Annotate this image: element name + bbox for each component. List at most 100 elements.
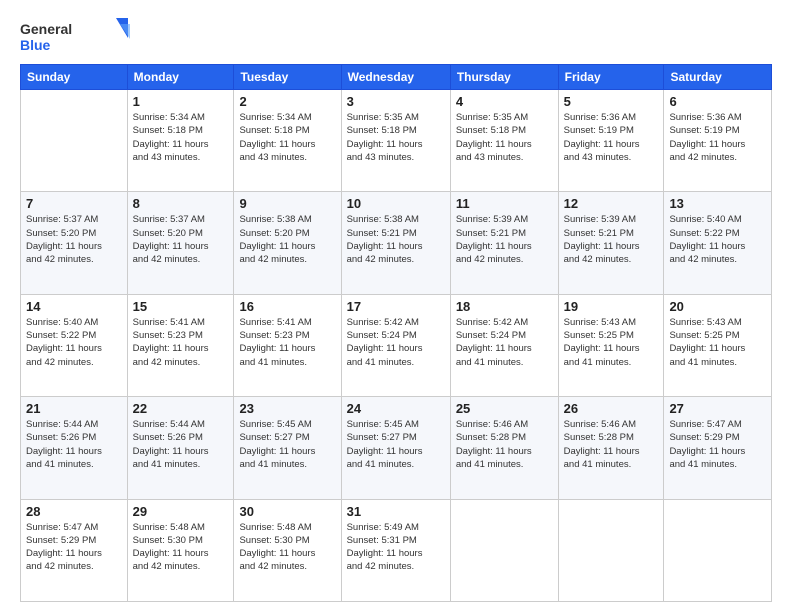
- day-info: Sunrise: 5:42 AM Sunset: 5:24 PM Dayligh…: [347, 316, 445, 369]
- day-number: 27: [669, 401, 766, 416]
- day-info: Sunrise: 5:44 AM Sunset: 5:26 PM Dayligh…: [133, 418, 229, 471]
- calendar-cell: 14 Sunrise: 5:40 AM Sunset: 5:22 PM Dayli…: [21, 294, 128, 396]
- day-number: 21: [26, 401, 122, 416]
- day-number: 11: [456, 196, 553, 211]
- day-info: Sunrise: 5:49 AM Sunset: 5:31 PM Dayligh…: [347, 521, 445, 574]
- day-number: 22: [133, 401, 229, 416]
- calendar-cell: 13Sunrise: 5:40 AM Sunset: 5:22 PM Dayli…: [664, 192, 772, 294]
- day-number: 28: [26, 504, 122, 519]
- calendar-cell: 22 Sunrise: 5:44 AM Sunset: 5:26 PM Dayli…: [127, 397, 234, 499]
- day-number: 17: [347, 299, 445, 314]
- day-number: 25: [456, 401, 553, 416]
- day-number: 18: [456, 299, 553, 314]
- calendar-cell: 20Sunrise: 5:43 AM Sunset: 5:25 PM Dayli…: [664, 294, 772, 396]
- svg-text:Blue: Blue: [20, 37, 51, 53]
- day-number: 7: [26, 196, 122, 211]
- calendar-week-2: 7 Sunrise: 5:37 AM Sunset: 5:20 PM Daylig…: [21, 192, 772, 294]
- day-info: Sunrise: 5:36 AM Sunset: 5:19 PM Dayligh…: [564, 111, 659, 164]
- day-info: Sunrise: 5:36 AM Sunset: 5:19 PM Dayligh…: [669, 111, 766, 164]
- calendar-cell: 8 Sunrise: 5:37 AM Sunset: 5:20 PM Daylig…: [127, 192, 234, 294]
- svg-text:General: General: [20, 21, 72, 37]
- calendar-cell: 27 Sunrise: 5:47 AM Sunset: 5:29 PM Dayli…: [664, 397, 772, 499]
- day-number: 31: [347, 504, 445, 519]
- calendar-week-3: 14 Sunrise: 5:40 AM Sunset: 5:22 PM Dayli…: [21, 294, 772, 396]
- col-header-wednesday: Wednesday: [341, 65, 450, 90]
- calendar-cell: 15 Sunrise: 5:41 AM Sunset: 5:23 PM Dayli…: [127, 294, 234, 396]
- day-info: Sunrise: 5:40 AM Sunset: 5:22 PM Dayligh…: [26, 316, 122, 369]
- calendar-cell: 25 Sunrise: 5:46 AM Sunset: 5:28 PM Dayli…: [450, 397, 558, 499]
- day-info: Sunrise: 5:43 AM Sunset: 5:25 PM Dayligh…: [564, 316, 659, 369]
- day-info: Sunrise: 5:34 AM Sunset: 5:18 PM Dayligh…: [133, 111, 229, 164]
- calendar-cell: 3 Sunrise: 5:35 AM Sunset: 5:18 PM Daylig…: [341, 90, 450, 192]
- day-number: 12: [564, 196, 659, 211]
- day-info: Sunrise: 5:39 AM Sunset: 5:21 PM Dayligh…: [456, 213, 553, 266]
- day-number: 20: [669, 299, 766, 314]
- calendar-cell: [450, 499, 558, 601]
- calendar-cell: 1 Sunrise: 5:34 AM Sunset: 5:18 PM Daylig…: [127, 90, 234, 192]
- day-info: Sunrise: 5:47 AM Sunset: 5:29 PM Dayligh…: [669, 418, 766, 471]
- day-number: 6: [669, 94, 766, 109]
- calendar-cell: 31 Sunrise: 5:49 AM Sunset: 5:31 PM Dayli…: [341, 499, 450, 601]
- day-number: 15: [133, 299, 229, 314]
- calendar-cell: 5 Sunrise: 5:36 AM Sunset: 5:19 PM Daylig…: [558, 90, 664, 192]
- day-info: Sunrise: 5:46 AM Sunset: 5:28 PM Dayligh…: [456, 418, 553, 471]
- col-header-friday: Friday: [558, 65, 664, 90]
- day-number: 16: [239, 299, 335, 314]
- day-number: 23: [239, 401, 335, 416]
- col-header-tuesday: Tuesday: [234, 65, 341, 90]
- calendar-cell: 12 Sunrise: 5:39 AM Sunset: 5:21 PM Dayli…: [558, 192, 664, 294]
- day-number: 3: [347, 94, 445, 109]
- day-info: Sunrise: 5:48 AM Sunset: 5:30 PM Dayligh…: [239, 521, 335, 574]
- calendar-cell: [664, 499, 772, 601]
- calendar-cell: 30 Sunrise: 5:48 AM Sunset: 5:30 PM Dayli…: [234, 499, 341, 601]
- calendar-cell: 6 Sunrise: 5:36 AM Sunset: 5:19 PM Daylig…: [664, 90, 772, 192]
- col-header-saturday: Saturday: [664, 65, 772, 90]
- calendar-week-4: 21 Sunrise: 5:44 AM Sunset: 5:26 PM Dayli…: [21, 397, 772, 499]
- calendar-cell: 26 Sunrise: 5:46 AM Sunset: 5:28 PM Dayli…: [558, 397, 664, 499]
- calendar-cell: 10Sunrise: 5:38 AM Sunset: 5:21 PM Dayli…: [341, 192, 450, 294]
- day-number: 8: [133, 196, 229, 211]
- day-info: Sunrise: 5:42 AM Sunset: 5:24 PM Dayligh…: [456, 316, 553, 369]
- day-number: 5: [564, 94, 659, 109]
- calendar-header-row: SundayMondayTuesdayWednesdayThursdayFrid…: [21, 65, 772, 90]
- calendar-cell: 11 Sunrise: 5:39 AM Sunset: 5:21 PM Dayli…: [450, 192, 558, 294]
- calendar-cell: [558, 499, 664, 601]
- day-info: Sunrise: 5:47 AM Sunset: 5:29 PM Dayligh…: [26, 521, 122, 574]
- day-number: 30: [239, 504, 335, 519]
- calendar-cell: 23Sunrise: 5:45 AM Sunset: 5:27 PM Dayli…: [234, 397, 341, 499]
- calendar-cell: 19 Sunrise: 5:43 AM Sunset: 5:25 PM Dayli…: [558, 294, 664, 396]
- day-number: 26: [564, 401, 659, 416]
- day-number: 14: [26, 299, 122, 314]
- day-number: 4: [456, 94, 553, 109]
- day-info: Sunrise: 5:37 AM Sunset: 5:20 PM Dayligh…: [133, 213, 229, 266]
- col-header-sunday: Sunday: [21, 65, 128, 90]
- day-number: 19: [564, 299, 659, 314]
- logo-svg: General Blue: [20, 16, 130, 56]
- day-number: 24: [347, 401, 445, 416]
- day-info: Sunrise: 5:35 AM Sunset: 5:18 PM Dayligh…: [347, 111, 445, 164]
- day-number: 2: [239, 94, 335, 109]
- calendar-cell: 7 Sunrise: 5:37 AM Sunset: 5:20 PM Daylig…: [21, 192, 128, 294]
- calendar-table: SundayMondayTuesdayWednesdayThursdayFrid…: [20, 64, 772, 602]
- day-number: 1: [133, 94, 229, 109]
- day-info: Sunrise: 5:41 AM Sunset: 5:23 PM Dayligh…: [133, 316, 229, 369]
- day-info: Sunrise: 5:44 AM Sunset: 5:26 PM Dayligh…: [26, 418, 122, 471]
- calendar-cell: 17 Sunrise: 5:42 AM Sunset: 5:24 PM Dayli…: [341, 294, 450, 396]
- day-info: Sunrise: 5:38 AM Sunset: 5:20 PM Dayligh…: [239, 213, 335, 266]
- day-info: Sunrise: 5:38 AM Sunset: 5:21 PM Dayligh…: [347, 213, 445, 266]
- day-info: Sunrise: 5:46 AM Sunset: 5:28 PM Dayligh…: [564, 418, 659, 471]
- logo-mark: General Blue: [20, 16, 130, 56]
- day-info: Sunrise: 5:45 AM Sunset: 5:27 PM Dayligh…: [347, 418, 445, 471]
- calendar-cell: 9Sunrise: 5:38 AM Sunset: 5:20 PM Daylig…: [234, 192, 341, 294]
- logo: General Blue: [20, 16, 130, 56]
- day-info: Sunrise: 5:35 AM Sunset: 5:18 PM Dayligh…: [456, 111, 553, 164]
- calendar-cell: 29Sunrise: 5:48 AM Sunset: 5:30 PM Dayli…: [127, 499, 234, 601]
- day-number: 29: [133, 504, 229, 519]
- day-info: Sunrise: 5:34 AM Sunset: 5:18 PM Dayligh…: [239, 111, 335, 164]
- day-info: Sunrise: 5:39 AM Sunset: 5:21 PM Dayligh…: [564, 213, 659, 266]
- day-number: 13: [669, 196, 766, 211]
- calendar-cell: 4 Sunrise: 5:35 AM Sunset: 5:18 PM Daylig…: [450, 90, 558, 192]
- calendar-cell: [21, 90, 128, 192]
- day-info: Sunrise: 5:37 AM Sunset: 5:20 PM Dayligh…: [26, 213, 122, 266]
- calendar-cell: 21 Sunrise: 5:44 AM Sunset: 5:26 PM Dayli…: [21, 397, 128, 499]
